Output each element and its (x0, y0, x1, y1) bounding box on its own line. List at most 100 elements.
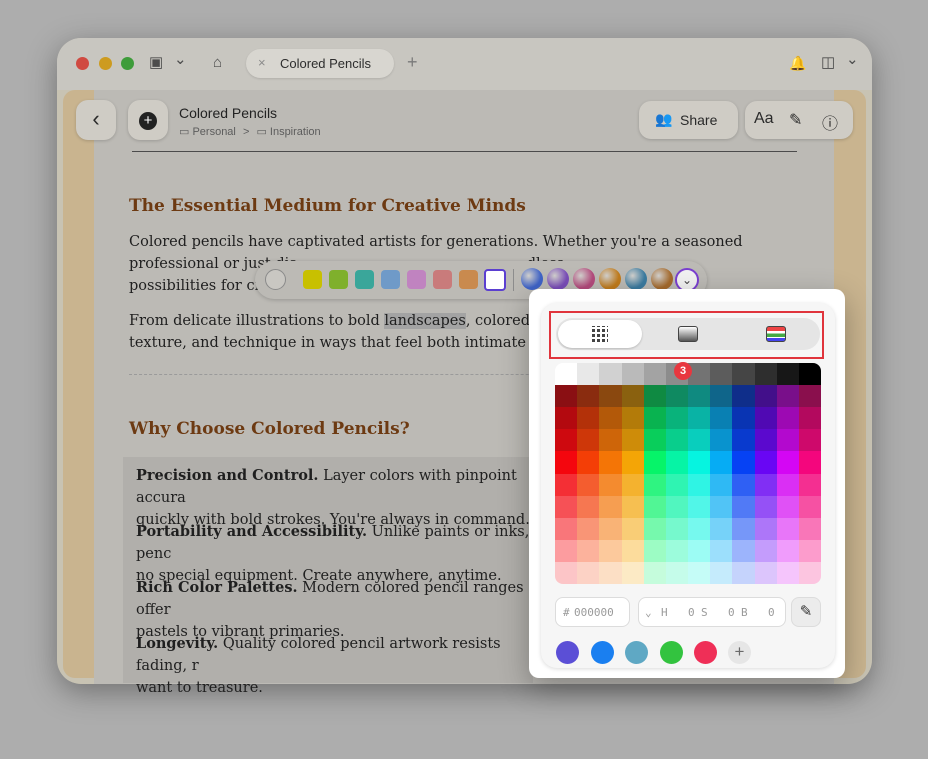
color-swatch[interactable] (776, 407, 800, 430)
color-swatch[interactable] (754, 451, 778, 474)
color-swatch[interactable] (577, 517, 600, 541)
palette-swatch[interactable] (303, 270, 322, 289)
color-swatch[interactable] (732, 473, 755, 497)
color-swatch[interactable] (732, 451, 755, 474)
color-swatch[interactable] (577, 451, 600, 474)
color-swatch[interactable] (643, 495, 667, 519)
sidebar-toggle-icon[interactable]: ▣ (149, 53, 163, 73)
color-swatch[interactable] (599, 517, 622, 541)
palette-swatch[interactable] (329, 270, 348, 289)
color-swatch[interactable] (555, 473, 578, 497)
palette-swatch[interactable] (381, 270, 400, 289)
color-swatch[interactable] (555, 429, 578, 452)
color-swatch[interactable] (665, 429, 689, 452)
color-swatch[interactable] (643, 517, 667, 541)
color-swatch[interactable] (710, 517, 733, 541)
color-swatch[interactable] (688, 407, 711, 430)
color-swatch[interactable] (577, 539, 600, 563)
color-swatch[interactable] (665, 561, 689, 584)
saved-color-swatch[interactable] (590, 641, 614, 664)
color-swatch[interactable] (665, 539, 689, 563)
color-swatch[interactable] (688, 385, 711, 408)
palette-swatch[interactable] (459, 270, 478, 289)
color-swatch[interactable] (643, 561, 667, 584)
grayscale-swatch[interactable] (577, 363, 600, 386)
zoom-window-button[interactable] (121, 57, 134, 70)
color-swatch[interactable] (732, 407, 755, 430)
color-swatch[interactable] (754, 385, 778, 408)
palette-swatch[interactable] (355, 270, 374, 289)
color-swatch[interactable] (599, 473, 622, 497)
gradient-swatch[interactable] (547, 268, 569, 290)
color-swatch[interactable] (688, 451, 711, 474)
color-swatch[interactable] (754, 561, 778, 584)
color-swatch[interactable] (710, 429, 733, 452)
color-swatch[interactable] (577, 473, 600, 497)
color-swatch[interactable] (776, 429, 800, 452)
grayscale-swatch[interactable] (754, 363, 778, 386)
color-swatch[interactable] (555, 407, 578, 430)
color-swatch[interactable] (621, 429, 645, 452)
color-swatch[interactable] (776, 473, 800, 497)
grayscale-swatch[interactable] (621, 363, 645, 386)
color-swatch[interactable] (665, 451, 689, 474)
grayscale-swatch[interactable] (798, 363, 821, 386)
color-swatch[interactable] (710, 451, 733, 474)
color-swatch[interactable] (688, 473, 711, 497)
color-swatch[interactable] (643, 451, 667, 474)
minimize-window-button[interactable] (99, 57, 112, 70)
color-swatch[interactable] (665, 517, 689, 541)
custom-swatch-button[interactable] (484, 269, 506, 291)
color-swatch[interactable] (732, 539, 755, 563)
grayscale-swatch[interactable] (688, 363, 711, 386)
color-swatch[interactable] (555, 451, 578, 474)
color-swatch[interactable] (577, 429, 600, 452)
bell-icon[interactable]: 🔔 (789, 53, 806, 73)
eyedropper-button[interactable]: ✎ (791, 597, 821, 627)
color-swatch[interactable] (754, 429, 778, 452)
color-swatch[interactable] (688, 561, 711, 584)
saved-color-swatch[interactable] (625, 641, 648, 664)
color-swatch[interactable] (776, 561, 800, 584)
color-swatch[interactable] (599, 539, 622, 563)
hsb-b-value[interactable]: 0 (768, 606, 775, 619)
color-swatch[interactable] (643, 539, 667, 563)
color-swatch[interactable] (776, 451, 800, 474)
info-icon[interactable]: ⓘ (822, 110, 838, 134)
color-swatch[interactable] (732, 561, 755, 584)
color-swatch[interactable] (665, 385, 689, 408)
grayscale-swatch[interactable] (776, 363, 800, 386)
color-swatch[interactable] (643, 429, 667, 452)
color-swatch[interactable] (798, 561, 821, 584)
color-swatch[interactable] (710, 385, 733, 408)
chevron-down-icon[interactable]: ⌄ (174, 50, 187, 70)
color-swatch[interactable] (688, 495, 711, 519)
color-swatch[interactable] (599, 561, 622, 584)
grayscale-swatch[interactable] (710, 363, 733, 386)
color-swatch[interactable] (710, 561, 733, 584)
saved-color-swatch[interactable] (556, 641, 579, 664)
color-swatch[interactable] (710, 473, 733, 497)
panel-toggle-icon[interactable]: ◫ (821, 53, 835, 73)
gradient-swatch[interactable] (521, 268, 543, 290)
color-swatch[interactable] (754, 407, 778, 430)
hsb-s-value[interactable]: 0 (728, 606, 735, 619)
color-swatch[interactable] (732, 385, 755, 408)
color-swatch[interactable] (798, 385, 821, 408)
panel-chevron-icon[interactable]: ⌄ (846, 50, 859, 70)
color-swatch[interactable] (555, 517, 578, 541)
color-swatch[interactable] (621, 473, 645, 497)
color-swatch[interactable] (621, 517, 645, 541)
color-swatch[interactable] (732, 429, 755, 452)
palette-swatch[interactable] (433, 270, 452, 289)
color-swatch[interactable] (555, 385, 578, 408)
color-swatch[interactable] (776, 495, 800, 519)
highlighter-icon[interactable]: ✎ (789, 110, 802, 130)
color-swatch[interactable] (621, 561, 645, 584)
color-swatch[interactable] (599, 429, 622, 452)
color-swatch[interactable] (577, 385, 600, 408)
gradient-swatch[interactable] (599, 268, 621, 290)
breadcrumb-personal[interactable]: Personal (192, 126, 235, 138)
add-saved-color-button[interactable]: + (728, 641, 751, 664)
color-swatch[interactable] (621, 495, 645, 519)
